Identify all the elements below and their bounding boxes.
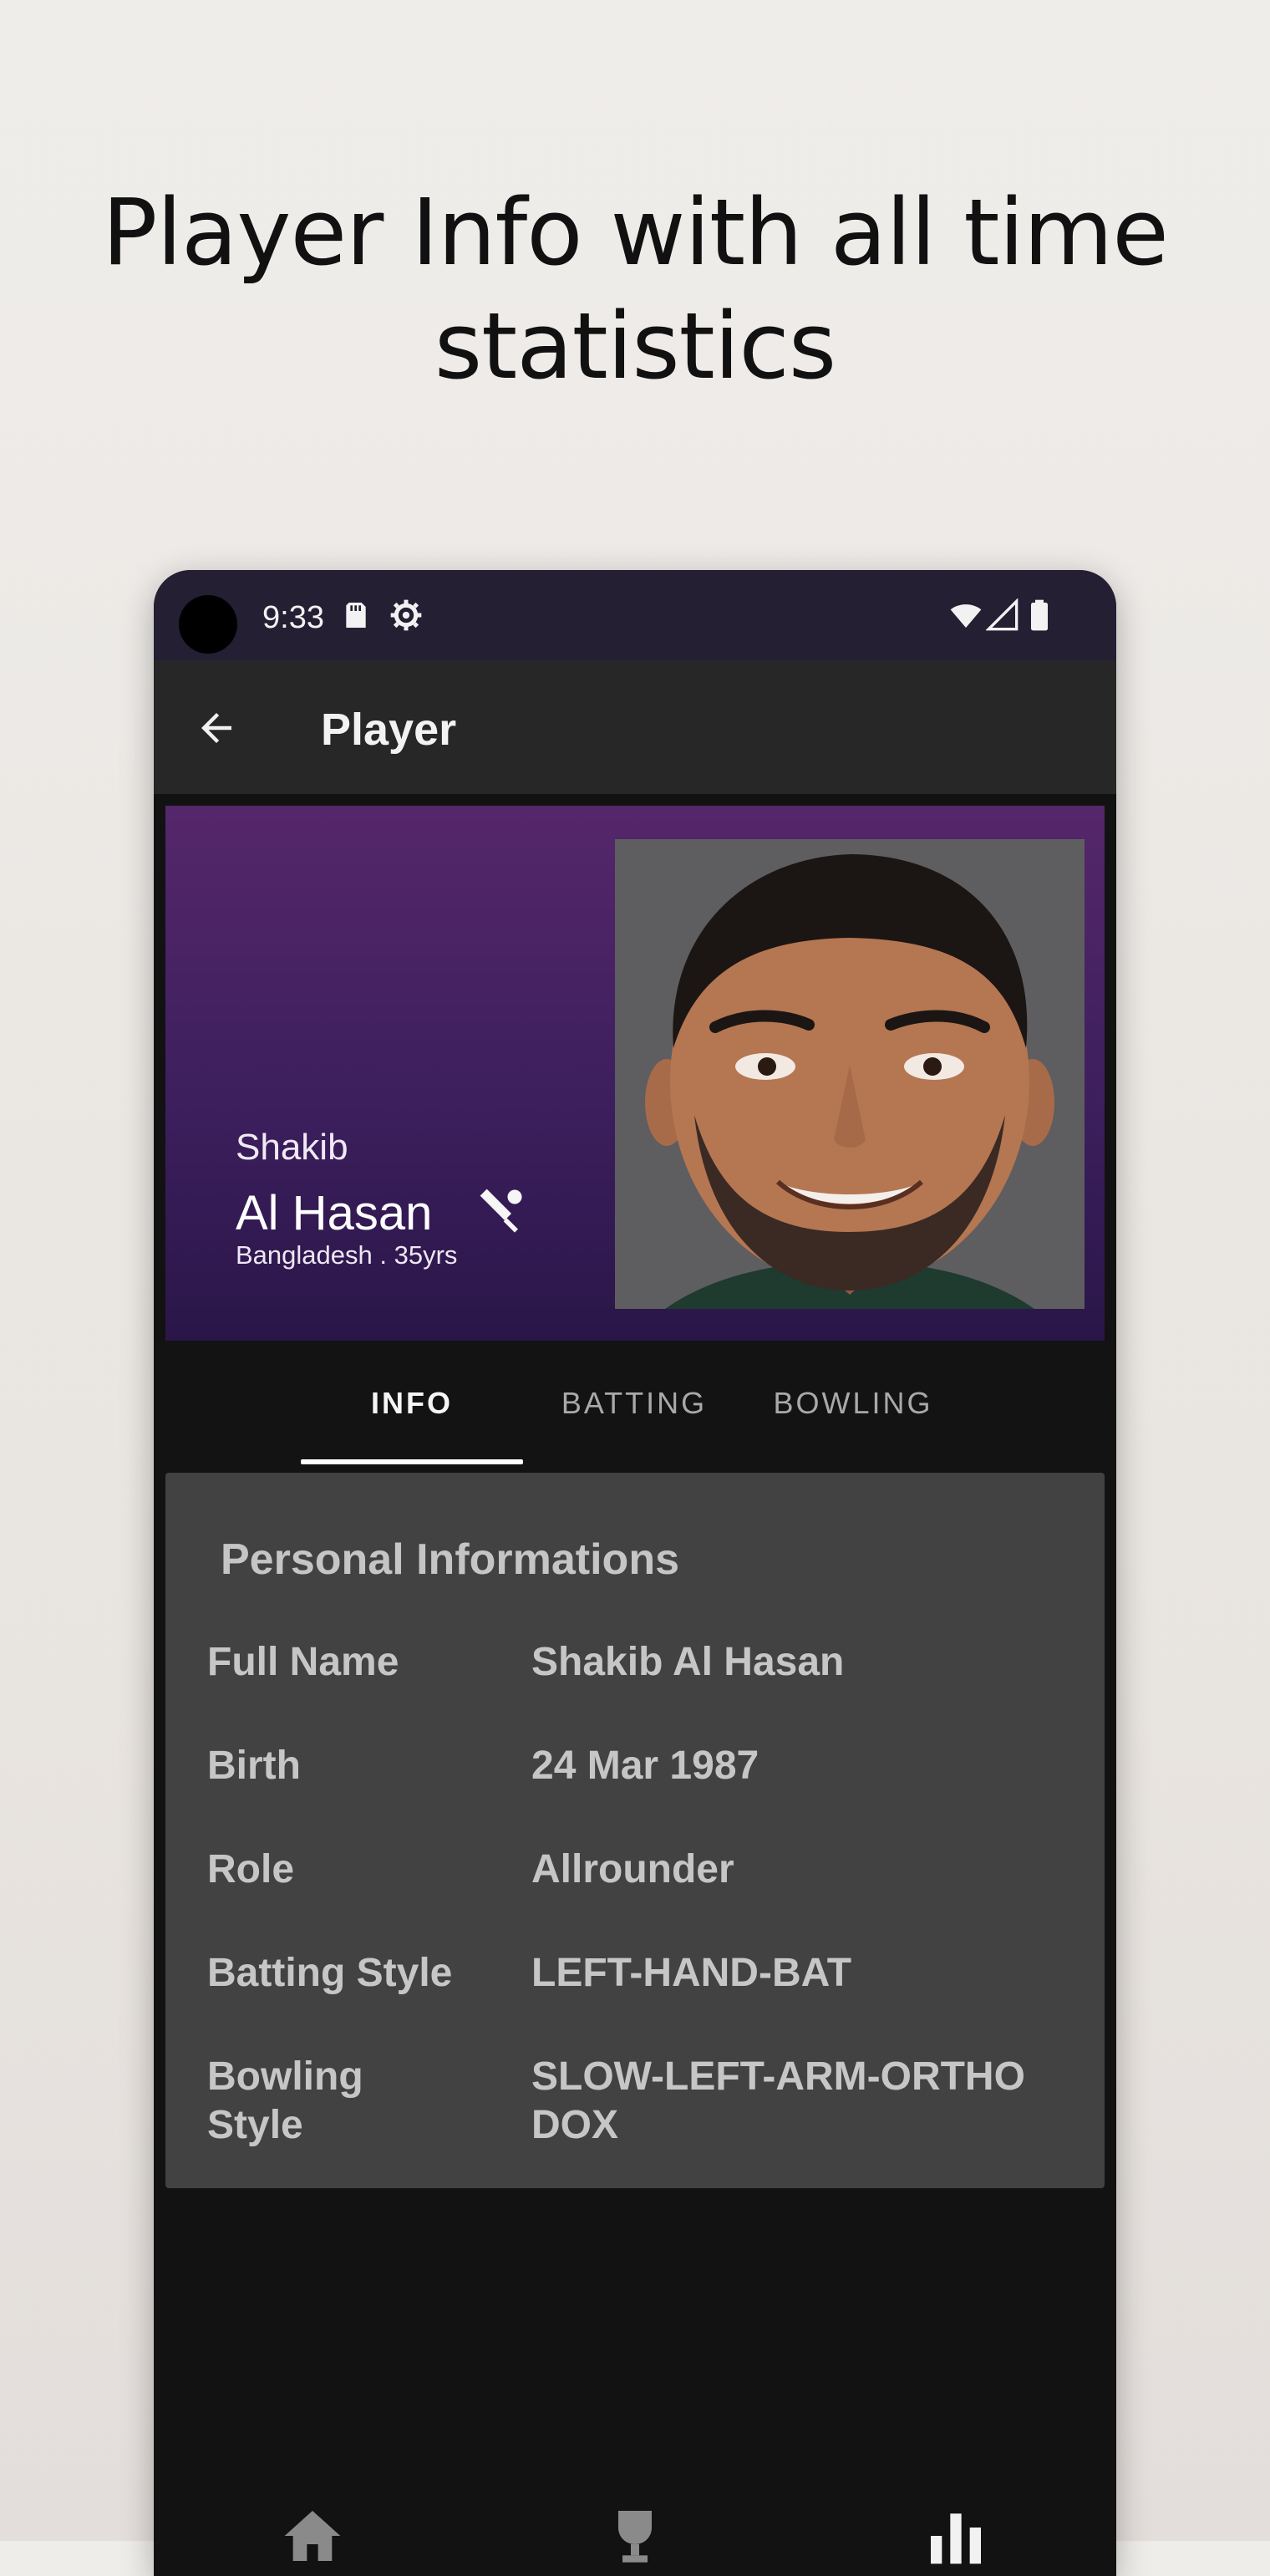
active-tab-indicator [301,1459,523,1464]
front-camera [179,595,237,654]
status-time: 9:33 [262,600,324,635]
role-value: Allrounder [531,1847,734,1891]
player-hero-banner: Shakib Al Hasan Bangladesh . 35yrs [165,806,1105,1341]
headline-line-1: Player Info with all time [102,179,1169,286]
wifi-icon [950,604,982,628]
arrow-left-icon[interactable] [194,705,239,751]
personal-info-title: Personal Informations [221,1535,679,1584]
signal-icon [986,598,1019,631]
sd-card-icon [346,603,366,628]
settings-gear-icon [390,599,422,631]
headline-line-2: statistics [434,293,836,400]
bar-chart-icon[interactable] [922,2502,989,2569]
phone-frame: 9:33 Player Shakib Al Hasan Bangladesh .… [154,570,1116,2576]
status-bar: 9:33 [154,570,1116,660]
full-name-value: Shakib Al Hasan [531,1640,845,1684]
player-tabs: INFO BATTING BOWLING [154,1341,1116,1481]
battery-icon [1031,599,1048,631]
full-name-label: Full Name [207,1640,399,1684]
home-icon[interactable] [279,2502,346,2569]
batting-style-label: Batting Style [207,1951,453,1995]
trophy-icon[interactable] [602,2502,668,2569]
bowling-style-label: Bowling Style [207,2054,363,2147]
tab-bowling[interactable]: BOWLING [749,1341,958,1466]
app-bar: Player [154,660,1116,794]
batting-style-value: LEFT-HAND-BAT [531,1951,852,1995]
promo-headline: Player Info with all time statistics [0,176,1270,403]
tab-info[interactable]: INFO [301,1341,523,1466]
player-portrait-image [615,839,1085,1309]
role-label: Role [207,1847,295,1891]
birth-value: 24 Mar 1987 [531,1744,759,1788]
tab-batting[interactable]: BATTING [530,1341,739,1466]
app-bar-title: Player [321,705,457,755]
player-last-name: Al Hasan [236,1186,433,1240]
birth-label: Birth [207,1744,301,1788]
personal-info-card: Personal Informations Full Name Shakib A… [165,1473,1105,2188]
player-country-age: Bangladesh . 35yrs [236,1240,458,1270]
player-photo [615,839,1085,1309]
player-first-name: Shakib [236,1127,348,1168]
bowling-style-value: SLOW-LEFT-ARM-ORTHODOX [531,2054,1025,2147]
cricket-bat-ball-icon [480,1189,522,1233]
